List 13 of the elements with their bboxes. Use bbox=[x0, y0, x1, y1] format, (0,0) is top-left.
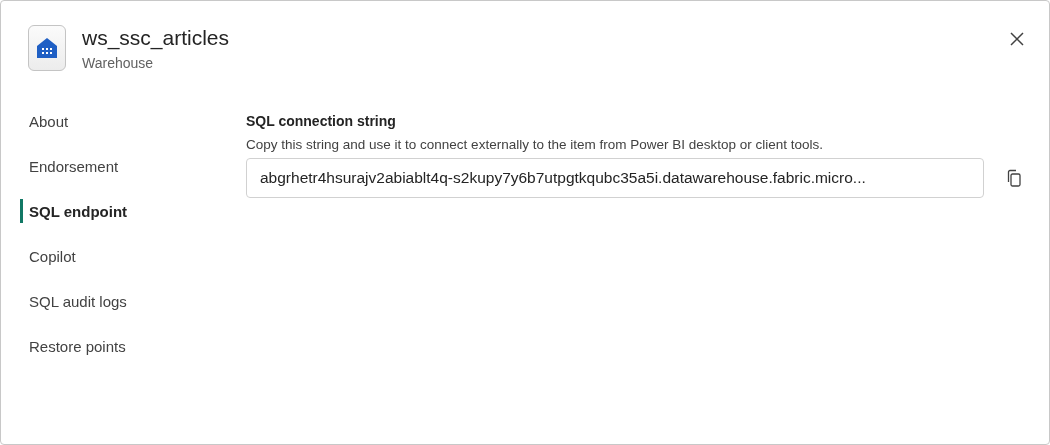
sidebar-item[interactable]: About bbox=[20, 109, 246, 133]
sidebar-item[interactable]: Endorsement bbox=[20, 154, 246, 178]
sidebar-item[interactable]: Restore points bbox=[20, 334, 246, 358]
copy-icon[interactable] bbox=[1006, 169, 1022, 187]
item-type: Warehouse bbox=[82, 55, 155, 71]
sidebar-item[interactable]: Copilot bbox=[20, 244, 246, 268]
section-heading: SQL connection string bbox=[246, 113, 397, 129]
sidebar-item[interactable]: SQL endpoint bbox=[20, 199, 246, 223]
section-description: Copy this string and use it to connect externally to the item from Power BI desktop or client tools. bbox=[246, 137, 825, 152]
warehouse-icon bbox=[28, 25, 66, 71]
sidebar-item[interactable]: SQL audit logs bbox=[20, 289, 246, 313]
item-title: ws_ssc_articles bbox=[82, 25, 231, 51]
connection-string-field[interactable]: abgrhetr4hsurajv2abiablt4q-s2kupy7y6b7utpgtkqubc35a5i.datawarehouse.fabric.micro... bbox=[246, 158, 984, 198]
